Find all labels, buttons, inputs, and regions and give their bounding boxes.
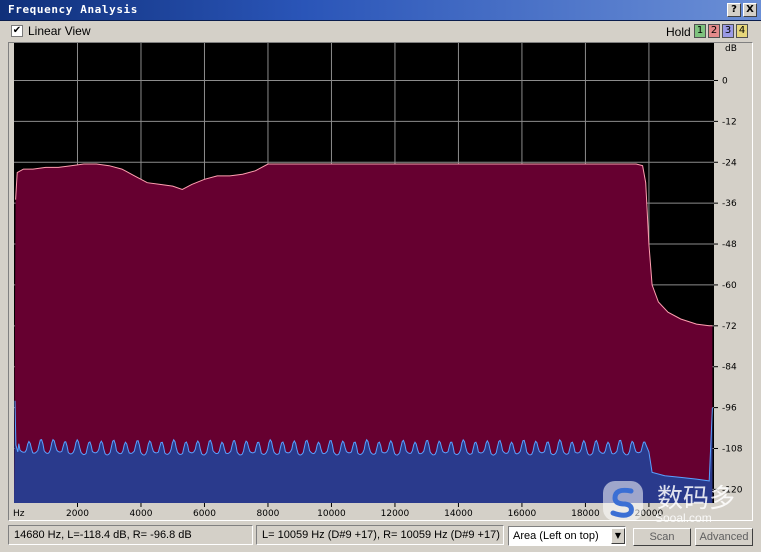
x-tick-label: 2000 xyxy=(66,509,89,519)
x-tick-label: 14000 xyxy=(444,509,473,519)
y-tick-label: -48 xyxy=(722,240,737,250)
watermark-logo-icon xyxy=(603,481,643,521)
toolbar xyxy=(0,21,761,43)
view-mode-value: Area (Left on top) xyxy=(513,530,599,542)
y-tick-label: -24 xyxy=(722,158,737,168)
y-tick-label: -108 xyxy=(722,444,743,454)
y-unit-label: dB xyxy=(725,44,737,54)
y-tick-label: 0 xyxy=(722,76,728,86)
watermark-url: Sooal.com xyxy=(655,511,712,525)
help-button[interactable]: ? xyxy=(727,3,741,17)
y-tick-label: -36 xyxy=(722,199,737,209)
y-tick-label: -12 xyxy=(722,117,737,127)
x-tick-label: 6000 xyxy=(193,509,216,519)
x-tick-label: 16000 xyxy=(508,509,537,519)
hold-button-4[interactable]: 4 xyxy=(736,24,748,38)
linear-view-checkbox[interactable]: ✔ xyxy=(11,25,23,37)
scan-button[interactable]: Scan xyxy=(633,528,691,546)
hold-button-1[interactable]: 1 xyxy=(694,24,706,38)
watermark: 数码多 Sooal.com xyxy=(597,478,747,526)
x-unit-label: Hz xyxy=(13,509,25,519)
x-tick-label: 8000 xyxy=(257,509,280,519)
hold-label: Hold xyxy=(666,25,691,39)
x-tick-label: 10000 xyxy=(317,509,346,519)
x-tick-label: 12000 xyxy=(381,509,410,519)
y-tick-label: -84 xyxy=(722,363,737,373)
y-tick-label: -60 xyxy=(722,281,737,291)
y-tick-label: -96 xyxy=(722,404,737,414)
linear-view-label[interactable]: Linear View xyxy=(28,24,90,38)
title-bar: Frequency Analysis ? X xyxy=(0,0,761,21)
x-tick-label: 18000 xyxy=(571,509,600,519)
cursor-readout: 14680 Hz, L=-118.4 dB, R= -96.8 dB xyxy=(8,525,253,545)
peak-readout: L= 10059 Hz (D#9 +17), R= 10059 Hz (D#9 … xyxy=(256,525,504,545)
hold-button-3[interactable]: 3 xyxy=(722,24,734,38)
chevron-down-icon[interactable]: ▼ xyxy=(611,528,625,544)
advanced-button[interactable]: Advanced xyxy=(695,528,753,546)
x-tick-label: 4000 xyxy=(130,509,153,519)
view-mode-select[interactable]: Area (Left on top) xyxy=(508,526,626,546)
window-title: Frequency Analysis xyxy=(8,3,139,16)
frequency-chart[interactable]: Hz 2000 4000 6000 8000 10000 12000 14000 16000 18… xyxy=(9,43,752,520)
watermark-name: 数码多 xyxy=(657,484,736,514)
close-button[interactable]: X xyxy=(743,3,757,17)
y-tick-label: -72 xyxy=(722,322,737,332)
hold-button-2[interactable]: 2 xyxy=(708,24,720,38)
